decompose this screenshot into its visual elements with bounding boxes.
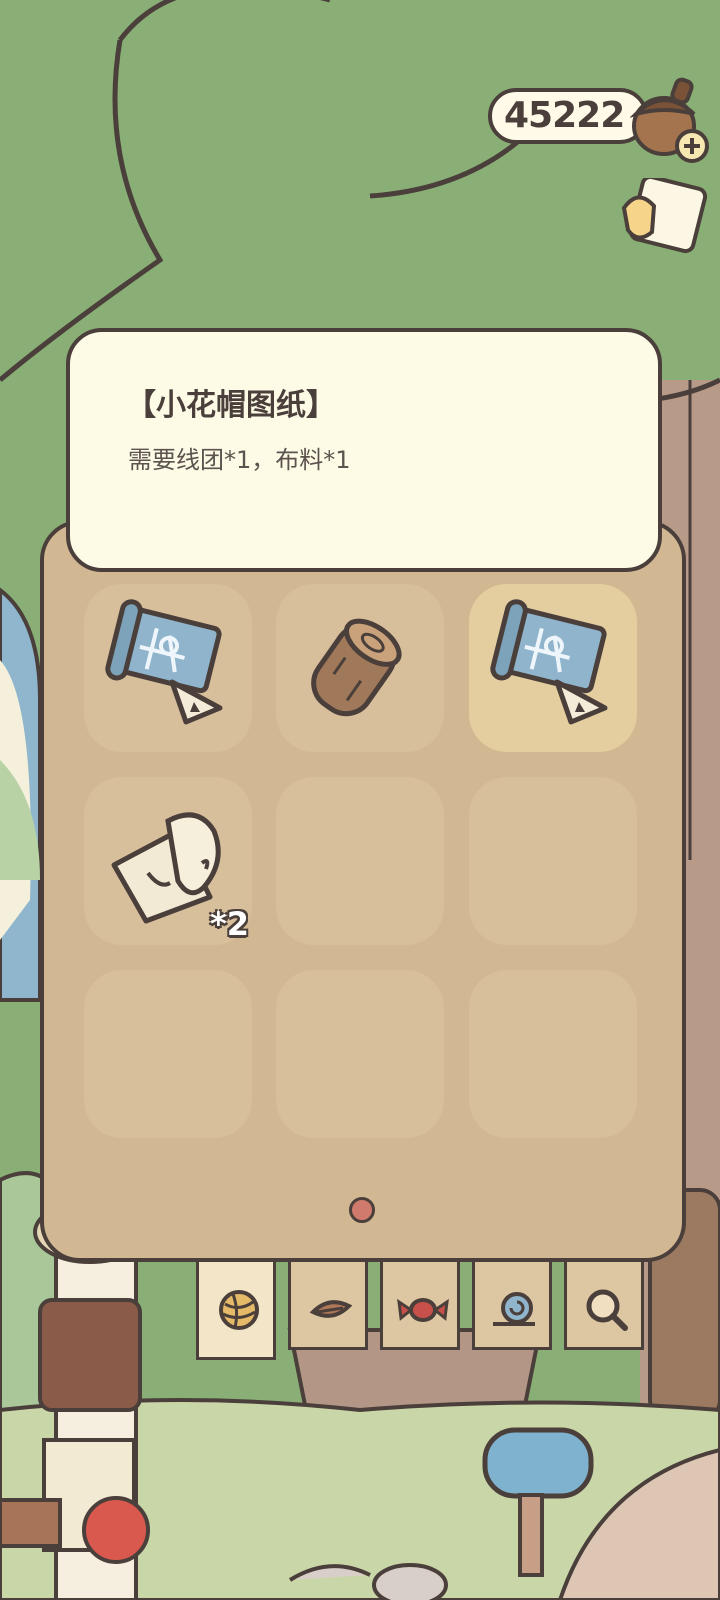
yarn-ball-icon bbox=[219, 1290, 259, 1330]
tab-candy[interactable] bbox=[380, 1262, 460, 1350]
ticket-icon[interactable] bbox=[618, 178, 708, 258]
inventory-slot-5[interactable] bbox=[276, 777, 444, 945]
inventory-panel: *2 bbox=[40, 520, 686, 1262]
magnifier-icon bbox=[586, 1289, 628, 1331]
item-tooltip: 【小花帽图纸】 需要线团*1，布料*1 bbox=[66, 328, 662, 572]
inventory-slot-1[interactable] bbox=[84, 584, 252, 752]
acorn-plus-icon[interactable] bbox=[630, 74, 712, 164]
item-title: 【小花帽图纸】 bbox=[126, 388, 336, 423]
item-quantity: *2 bbox=[210, 905, 249, 943]
candy-icon bbox=[397, 1298, 449, 1322]
blueprint-icon bbox=[490, 599, 608, 725]
wood-log-icon bbox=[311, 618, 402, 717]
tab-yarn[interactable] bbox=[196, 1262, 276, 1360]
inventory-slot-9[interactable] bbox=[469, 970, 637, 1138]
snail-icon bbox=[493, 1292, 535, 1326]
inventory-slot-2[interactable] bbox=[276, 584, 444, 752]
inventory-slot-4[interactable]: *2 bbox=[84, 777, 252, 945]
item-requirements: 需要线团*1，布料*1 bbox=[128, 446, 351, 474]
inventory-slot-3[interactable] bbox=[469, 584, 637, 752]
blueprint-icon bbox=[105, 599, 223, 725]
inventory-slot-6[interactable] bbox=[469, 777, 637, 945]
page-indicator-dot bbox=[349, 1197, 375, 1223]
tab-magnifier[interactable] bbox=[564, 1262, 644, 1350]
tab-leaf[interactable] bbox=[288, 1262, 368, 1350]
clover-count: 45222 bbox=[504, 95, 625, 136]
leaf-icon bbox=[309, 1300, 353, 1318]
tab-snail[interactable] bbox=[472, 1262, 552, 1350]
inventory-slot-8[interactable] bbox=[276, 970, 444, 1138]
inventory-slot-7[interactable] bbox=[84, 970, 252, 1138]
